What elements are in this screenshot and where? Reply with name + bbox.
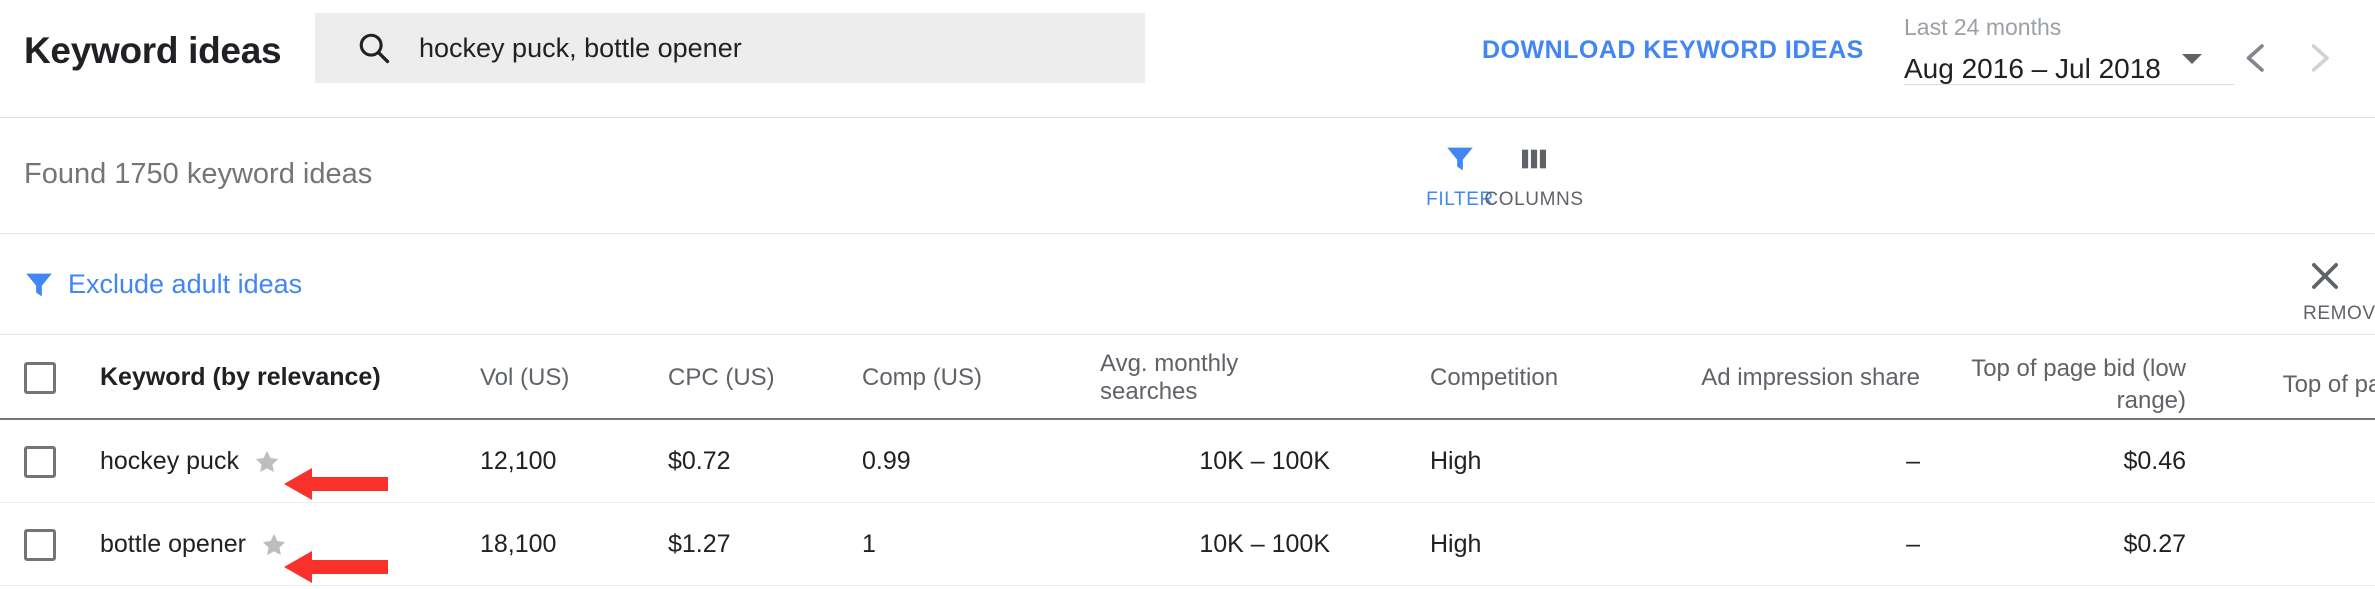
page-title: Keyword ideas [24, 30, 282, 71]
search-input[interactable]: hockey puck, bottle opener [315, 13, 1145, 83]
cell-cpc-value: $0.72 [668, 447, 731, 475]
cell-cpc-value: $1.27 [668, 530, 731, 558]
star-icon[interactable] [260, 531, 288, 559]
cell-avg-monthly-searches: 10K – 100K [1100, 420, 1330, 503]
cell-top-of-page-bid-low: $0.27 [1940, 503, 2186, 586]
cell-vol-value: 18,100 [480, 530, 557, 558]
cell-top-of-page-bid-low-value: $0.27 [2123, 530, 2186, 558]
keyword-ideas-table: Keyword (by relevance) Vol (US) CPC (US)… [0, 336, 2375, 586]
column-header-avg-monthly-searches-label: Avg. monthly searches [1100, 349, 1239, 405]
cell-top-of-page-bid-low: $0.46 [1940, 420, 2186, 503]
applied-filter-bar: Exclude adult ideas REMOVE [0, 235, 2375, 335]
cell-top-of-page-bid-high [2256, 420, 2375, 503]
column-header-ad-impression-share[interactable]: Ad impression share [1660, 336, 1920, 419]
column-header-keyword[interactable]: Keyword (by relevance) [100, 336, 470, 419]
column-header-cpc-label: CPC (US) [668, 363, 775, 391]
cell-competition-value: High [1430, 447, 1482, 475]
results-summary-bar: Found 1750 keyword ideas FILTER COLUMNS [0, 119, 2375, 234]
remove-filter-label: REMOVE [2303, 303, 2375, 324]
keyword-text: hockey puck [100, 447, 239, 475]
chevron-right-icon[interactable] [2300, 40, 2336, 76]
star-icon[interactable] [253, 448, 281, 476]
cell-competition: High [1430, 503, 1660, 586]
cell-avg-monthly-searches-value: 10K – 100K [1199, 530, 1330, 558]
column-header-top-of-page-bid-low[interactable]: Top of page bid (low range) [1940, 336, 2186, 419]
column-header-competition[interactable]: Competition [1430, 336, 1660, 419]
cell-cpc: $0.72 [668, 420, 848, 503]
table-row[interactable]: bottle opener 18,100 $1.27 1 10K – 100K … [0, 503, 2375, 586]
cell-keyword: hockey puck [100, 420, 470, 503]
table-header-row: Keyword (by relevance) Vol (US) CPC (US)… [0, 336, 2375, 420]
column-header-comp-label: Comp (US) [862, 363, 983, 391]
cell-top-of-page-bid-low-value: $0.46 [2123, 447, 2186, 475]
cell-ad-impression-share: – [1660, 503, 1920, 586]
column-header-vol[interactable]: Vol (US) [480, 336, 660, 419]
column-header-top-of-page-bid-low-label: Top of page bid (low range) [1971, 354, 2186, 414]
date-range-value: Aug 2016 – Jul 2018 [1904, 53, 2161, 84]
select-all-checkbox-cell [24, 336, 68, 419]
cell-vol: 18,100 [480, 503, 660, 586]
keyword-planner-page: Keyword ideas hockey puck, bottle opener… [0, 0, 2375, 589]
cell-comp: 1 [862, 503, 1062, 586]
close-icon [2303, 257, 2347, 295]
column-header-ad-impression-share-label: Ad impression share [1701, 363, 1920, 391]
table-row[interactable]: hockey puck 12,100 $0.72 0.99 10K – 100K… [0, 420, 2375, 503]
column-header-top-of-page-bid-high[interactable]: Top of pa (high r [2256, 336, 2375, 419]
column-header-comp[interactable]: Comp (US) [862, 336, 1062, 419]
cell-keyword: bottle opener [100, 503, 470, 586]
remove-filter-button[interactable]: REMOVE [2303, 257, 2375, 325]
columns-button[interactable]: COLUMNS [1469, 139, 1599, 211]
keyword-text: bottle opener [100, 530, 246, 558]
cell-vol: 12,100 [480, 420, 660, 503]
cell-avg-monthly-searches-value: 10K – 100K [1199, 447, 1330, 475]
select-all-checkbox[interactable] [24, 361, 56, 394]
row-checkbox-cell [24, 503, 68, 586]
columns-icon [1518, 139, 1550, 179]
cell-avg-monthly-searches: 10K – 100K [1100, 503, 1330, 586]
cell-vol-value: 12,100 [480, 447, 557, 475]
columns-button-label: COLUMNS [1484, 189, 1584, 210]
column-header-competition-label: Competition [1430, 363, 1559, 391]
date-range-underline [1904, 84, 2234, 85]
chevron-down-icon[interactable] [2180, 52, 2204, 66]
cell-top-of-page-bid-high [2256, 503, 2375, 586]
search-icon [357, 31, 391, 65]
download-keyword-ideas-button[interactable]: DOWNLOAD KEYWORD IDEAS [1482, 36, 1864, 65]
column-header-top-of-page-bid-high-label: Top of pa (high r [2282, 370, 2375, 398]
results-count-label: Found 1750 keyword ideas [24, 158, 373, 190]
cell-comp: 0.99 [862, 420, 1062, 503]
column-header-cpc[interactable]: CPC (US) [668, 336, 848, 419]
search-input-value: hockey puck, bottle opener [419, 32, 742, 63]
cell-ad-impression-share: – [1660, 420, 1920, 503]
row-checkbox-cell [24, 420, 68, 503]
column-header-keyword-label: Keyword (by relevance) [100, 363, 381, 391]
date-range-preset-label: Last 24 months [1904, 14, 2062, 40]
exclude-adult-ideas-filter[interactable]: Exclude adult ideas [68, 269, 302, 300]
funnel-icon [22, 268, 56, 307]
cell-competition-value: High [1430, 530, 1482, 558]
cell-comp-value: 1 [862, 530, 876, 558]
chevron-left-icon[interactable] [2238, 40, 2274, 76]
column-header-avg-monthly-searches[interactable]: Avg. monthly searches [1100, 336, 1330, 419]
row-checkbox[interactable] [24, 445, 56, 478]
date-range-selector[interactable]: Last 24 months Aug 2016 – Jul 2018 [1904, 12, 2234, 86]
cell-ad-impression-share-value: – [1906, 530, 1920, 558]
cell-competition: High [1430, 420, 1660, 503]
cell-ad-impression-share-value: – [1906, 447, 1920, 475]
row-checkbox[interactable] [24, 528, 56, 561]
cell-comp-value: 0.99 [862, 447, 911, 475]
cell-cpc: $1.27 [668, 503, 848, 586]
column-header-vol-label: Vol (US) [480, 363, 570, 391]
top-bar: Keyword ideas hockey puck, bottle opener… [0, 0, 2375, 118]
